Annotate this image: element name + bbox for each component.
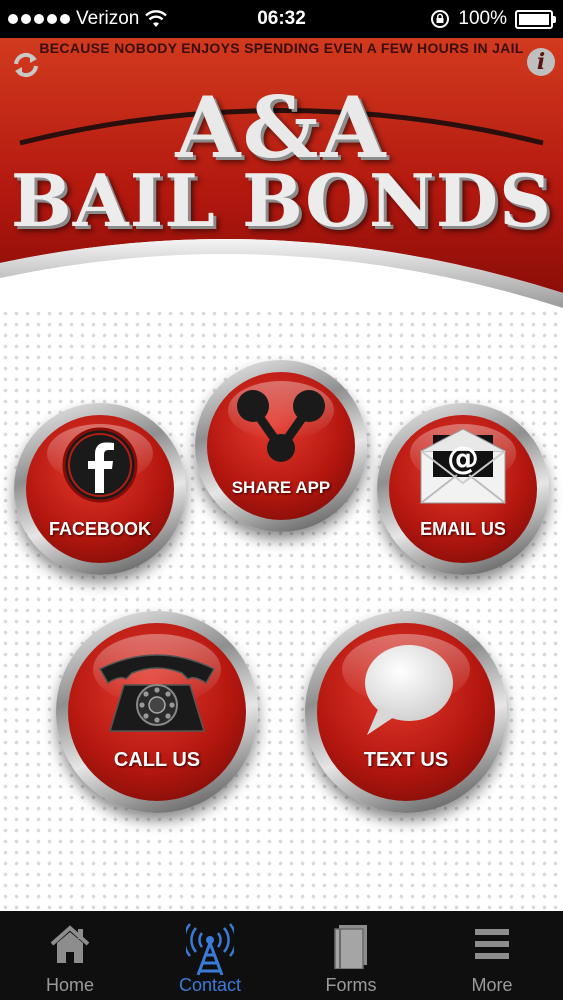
tab-forms[interactable]: Forms bbox=[281, 911, 421, 1000]
envelope-icon: @ bbox=[420, 428, 506, 504]
refresh-icon[interactable] bbox=[10, 50, 42, 80]
telephone-icon bbox=[98, 654, 216, 732]
info-icon[interactable]: i bbox=[527, 48, 555, 76]
book-icon bbox=[334, 925, 367, 969]
menu-icon bbox=[475, 929, 509, 959]
battery-icon bbox=[515, 9, 556, 29]
call-us-label: CALL US bbox=[113, 749, 201, 771]
battery-percent: 100% bbox=[458, 8, 507, 29]
share-app-button[interactable]: SHARE APP bbox=[195, 360, 367, 532]
status-bar: Verizon 06:32 100% bbox=[0, 0, 563, 38]
tab-contact-label: Contact bbox=[178, 975, 242, 995]
marquee-tagline: BECAUSE NOBODY ENJOYS SPENDING EVEN A FE… bbox=[39, 40, 524, 56]
speech-bubble-icon bbox=[365, 645, 453, 735]
tab-forms-label: Forms bbox=[325, 975, 377, 995]
email-us-button[interactable]: @ EMAIL US bbox=[377, 403, 549, 575]
email-us-label: EMAIL US bbox=[420, 519, 506, 539]
call-us-button[interactable]: CALL US bbox=[56, 611, 258, 813]
share-app-label: SHARE APP bbox=[231, 478, 331, 497]
status-right: 100% bbox=[430, 8, 556, 30]
share-icon bbox=[237, 390, 325, 462]
antenna-icon bbox=[186, 923, 234, 975]
tab-more-label: More bbox=[471, 975, 513, 995]
facebook-icon bbox=[62, 427, 138, 503]
svg-text:@: @ bbox=[447, 439, 479, 477]
text-us-label: TEXT US bbox=[363, 749, 449, 771]
tab-home-label: Home bbox=[45, 975, 94, 995]
app-header-banner: BECAUSE NOBODY ENJOYS SPENDING EVEN A FE… bbox=[0, 38, 563, 308]
contact-button-grid: FACEBOOK SHARE APP @ EMAIL US CALL US TE… bbox=[0, 308, 563, 911]
facebook-label: FACEBOOK bbox=[48, 519, 151, 539]
logo-subtitle: BAIL BONDS bbox=[10, 158, 553, 243]
facebook-button[interactable]: FACEBOOK bbox=[14, 403, 186, 575]
tab-contact[interactable]: Contact bbox=[140, 911, 280, 1000]
tab-home[interactable]: Home bbox=[0, 911, 140, 1000]
tab-more[interactable]: More bbox=[422, 911, 562, 1000]
tab-bar: Home Contact Forms More bbox=[0, 911, 563, 1000]
home-icon bbox=[50, 925, 90, 963]
orientation-lock-icon bbox=[431, 10, 450, 28]
text-us-button[interactable]: TEXT US bbox=[305, 611, 507, 813]
